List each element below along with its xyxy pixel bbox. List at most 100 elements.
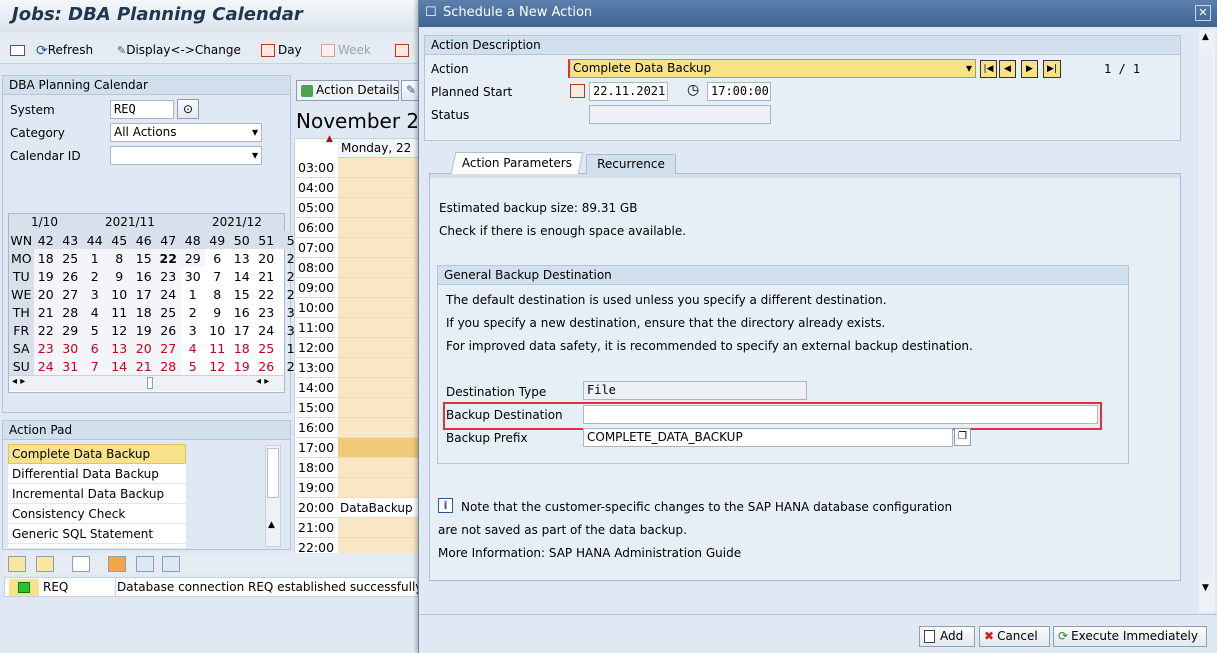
- arrow-down-icon[interactable]: ▼: [1202, 583, 1209, 593]
- calendar-day[interactable]: 4: [82, 303, 107, 321]
- calendar-day[interactable]: 21: [33, 303, 58, 321]
- start-date-field[interactable]: 22.11.2021: [589, 82, 668, 101]
- previous-record-icon[interactable]: ◀: [999, 60, 1016, 78]
- category-dropdown[interactable]: All Actions ▾: [110, 123, 262, 142]
- system-field[interactable]: REQ: [110, 100, 174, 119]
- list-item[interactable]: Consistency Check: [8, 504, 186, 524]
- time-slot[interactable]: [338, 358, 420, 378]
- arrow-left-icon[interactable]: ◂ ▸: [12, 376, 25, 387]
- list-item[interactable]: Differential Data Backup: [8, 464, 186, 484]
- calendar-day[interactable]: 9: [205, 303, 230, 321]
- time-slot[interactable]: [338, 258, 420, 278]
- calendar-day[interactable]: 14: [230, 267, 255, 285]
- start-time-field[interactable]: 17:00:00: [707, 82, 771, 101]
- time-slot[interactable]: [338, 318, 420, 338]
- tab-action-parameters[interactable]: Action Parameters: [450, 152, 584, 174]
- calendar-day[interactable]: 2: [180, 303, 205, 321]
- dialog-scrollbar[interactable]: ▲ ▼: [1199, 30, 1215, 612]
- calendar-day[interactable]: 30: [180, 267, 205, 285]
- calendar-day[interactable]: 8: [107, 249, 132, 267]
- week-view-button[interactable]: Week: [321, 40, 371, 60]
- calendar-icon[interactable]: [570, 84, 585, 98]
- time-slot[interactable]: [338, 518, 420, 538]
- calendar-day[interactable]: 26: [156, 321, 181, 339]
- calendar-day[interactable]: 11: [205, 339, 230, 357]
- calendar-day[interactable]: 2: [82, 267, 107, 285]
- calendar-day[interactable]: 28: [58, 303, 83, 321]
- calendar-day[interactable]: 10: [107, 285, 132, 303]
- week-number[interactable]: 45: [107, 231, 132, 249]
- time-slot[interactable]: [338, 458, 420, 478]
- calendar-day[interactable]: 23: [156, 267, 181, 285]
- display-change-button[interactable]: ✎Display<->Change: [117, 40, 241, 60]
- week-number[interactable]: 48: [180, 231, 205, 249]
- calendar-id-dropdown[interactable]: ▾: [110, 146, 262, 165]
- calendar-day[interactable]: 15: [230, 285, 255, 303]
- list-item[interactable]: Incremental Data Backup: [8, 484, 186, 504]
- list-item[interactable]: Complete Data Backup: [8, 444, 186, 464]
- time-slot[interactable]: [338, 198, 420, 218]
- calendar-day[interactable]: 9: [107, 267, 132, 285]
- calendar-day[interactable]: 23: [254, 303, 279, 321]
- calendar-day[interactable]: 7: [205, 267, 230, 285]
- calendar-day[interactable]: 3: [180, 321, 205, 339]
- calendar-day[interactable]: 15: [131, 249, 156, 267]
- calendar-day[interactable]: 5: [82, 321, 107, 339]
- calendar-day[interactable]: 4: [180, 339, 205, 357]
- calendar-day[interactable]: 17: [131, 285, 156, 303]
- trash-icon[interactable]: [136, 556, 154, 572]
- week-number[interactable]: 42: [33, 231, 58, 249]
- calendar-day[interactable]: 26: [254, 357, 279, 375]
- week-number[interactable]: 50: [229, 231, 254, 249]
- calendar-day[interactable]: 11: [107, 303, 132, 321]
- calendar-day[interactable]: 24: [156, 285, 181, 303]
- print-icon[interactable]: [162, 556, 180, 572]
- calendar-day[interactable]: 19: [131, 321, 156, 339]
- time-slot[interactable]: [338, 238, 420, 258]
- week-number[interactable]: 47: [156, 231, 181, 249]
- action-pad-scrollbar[interactable]: ▲: [265, 445, 281, 547]
- calendar-day[interactable]: 21: [254, 267, 279, 285]
- week-number[interactable]: 49: [205, 231, 230, 249]
- filter-icon[interactable]: [108, 556, 126, 572]
- calendar-day[interactable]: 1: [82, 249, 107, 267]
- calendar-day[interactable]: 12: [205, 357, 230, 375]
- week-number[interactable]: 44: [82, 231, 107, 249]
- list-item[interactable]: Generic SQL Statement: [8, 524, 186, 544]
- calendar-day[interactable]: 26: [58, 267, 83, 285]
- calendar-day[interactable]: 18: [230, 339, 255, 357]
- time-slot[interactable]: [338, 278, 420, 298]
- calendar-day[interactable]: 13: [230, 249, 255, 267]
- calendar-day[interactable]: 25: [254, 339, 279, 357]
- time-slot[interactable]: [338, 298, 420, 318]
- calendar-day[interactable]: 28: [156, 357, 181, 375]
- calendar-day[interactable]: 7: [82, 357, 107, 375]
- add-button[interactable]: Add: [919, 626, 975, 647]
- calendar-day[interactable]: 10: [205, 321, 230, 339]
- expand-icon[interactable]: [8, 556, 26, 572]
- arrow-up-icon[interactable]: ▲: [268, 520, 275, 530]
- calendar-day[interactable]: 27: [156, 339, 181, 357]
- calendar-day[interactable]: 17: [230, 321, 255, 339]
- calendar-day[interactable]: 8: [205, 285, 230, 303]
- calendar-day[interactable]: 21: [131, 357, 156, 375]
- close-icon[interactable]: ✕: [1195, 5, 1211, 21]
- day-view-button[interactable]: Day: [261, 40, 302, 60]
- calendar-day[interactable]: 22: [33, 321, 58, 339]
- calendar-day[interactable]: 25: [156, 303, 181, 321]
- arrow-up-icon[interactable]: ▲: [1202, 32, 1209, 42]
- document-icon[interactable]: [72, 556, 90, 572]
- execute-immediately-button[interactable]: ⟳ Execute Immediately: [1053, 626, 1207, 647]
- calendar-day[interactable]: 14: [107, 357, 132, 375]
- week-number[interactable]: 46: [131, 231, 156, 249]
- time-slot[interactable]: [338, 338, 420, 358]
- action-details-button[interactable]: Action Details: [296, 80, 399, 101]
- calendar-day[interactable]: 6: [82, 339, 107, 357]
- toggle-view-icon[interactable]: [10, 40, 25, 60]
- calendar-day[interactable]: 30: [58, 339, 83, 357]
- calendar-day[interactable]: 12: [107, 321, 132, 339]
- collapse-icon[interactable]: [36, 556, 54, 572]
- calendar-day[interactable]: 6: [205, 249, 230, 267]
- calendar-day[interactable]: 13: [107, 339, 132, 357]
- time-slot[interactable]: [338, 178, 420, 198]
